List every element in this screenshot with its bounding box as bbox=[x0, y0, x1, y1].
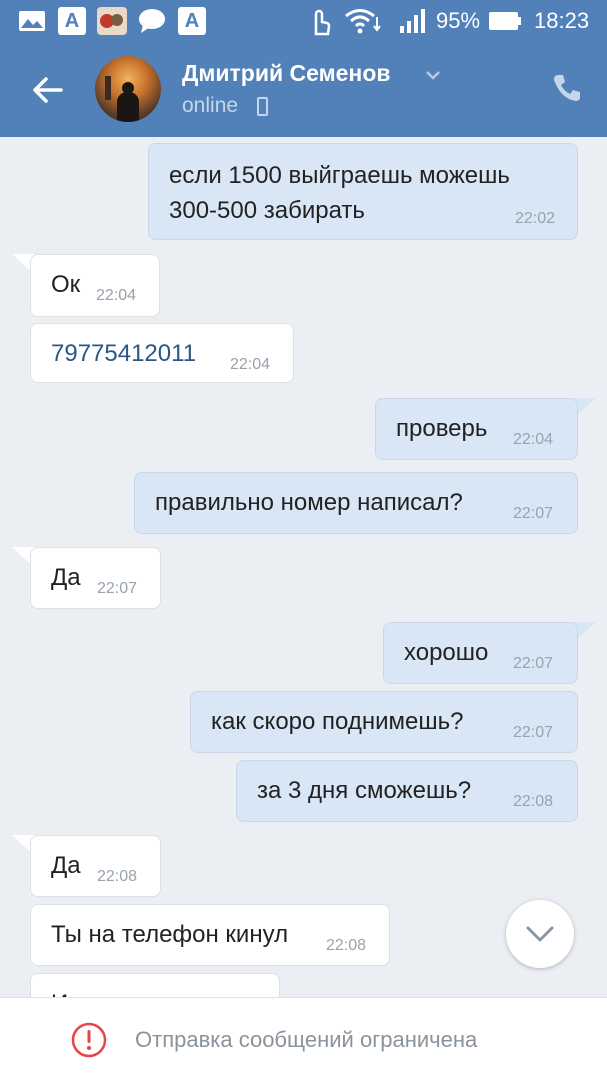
message-text: проверь bbox=[396, 415, 488, 442]
message-time: 22:07 bbox=[513, 724, 554, 741]
chevron-down-icon bbox=[526, 926, 554, 942]
message-incoming[interactable]: Да 22:08 bbox=[30, 835, 161, 897]
chat-bubble-icon bbox=[138, 7, 166, 35]
battery-icon bbox=[488, 7, 522, 35]
font-app-icon: A bbox=[58, 7, 86, 35]
gallery-icon bbox=[18, 7, 46, 35]
phone-icon[interactable] bbox=[551, 72, 583, 104]
message-incoming[interactable]: Ок 22:04 bbox=[30, 254, 160, 317]
avatar[interactable] bbox=[95, 56, 161, 122]
message-time: 22:07 bbox=[97, 580, 138, 597]
message-text: за 3 дня сможешь? bbox=[257, 777, 472, 804]
message-time: 22:08 bbox=[326, 937, 367, 954]
message-text: Ок bbox=[51, 271, 81, 298]
phone-number-link[interactable]: 79775412011 bbox=[51, 336, 196, 371]
contact-name[interactable]: Дмитрий Семенов bbox=[182, 60, 391, 87]
battery-percent: 95% bbox=[436, 8, 481, 33]
alert-circle-icon bbox=[71, 1022, 107, 1058]
message-incoming[interactable]: 79775412011 22:04 bbox=[30, 323, 294, 383]
message-outgoing[interactable]: проверь 22:04 bbox=[375, 398, 578, 460]
restriction-notice: Отправка сообщений ограничена bbox=[135, 1027, 478, 1052]
status-bar: A A 95% 18:23 bbox=[0, 0, 607, 42]
message-time: 22:04 bbox=[96, 287, 137, 304]
scroll-down-button[interactable] bbox=[506, 900, 574, 968]
back-arrow-icon[interactable] bbox=[28, 70, 68, 110]
touch-icon bbox=[307, 7, 331, 36]
messaging-restricted-bar: Отправка сообщений ограничена bbox=[0, 997, 607, 1080]
message-incoming[interactable]: Или на карт... bbox=[30, 973, 280, 997]
message-time: 22:07 bbox=[513, 505, 554, 522]
message-time: 22:07 bbox=[513, 655, 554, 672]
message-text: как скоро поднимешь? bbox=[211, 708, 464, 735]
font-app-icon: A bbox=[178, 7, 206, 35]
wifi-icon bbox=[343, 7, 383, 35]
message-outgoing[interactable]: если 1500 выйграешь можешь 300-500 забир… bbox=[148, 143, 578, 240]
message-outgoing[interactable]: хорошо 22:07 bbox=[383, 622, 578, 684]
message-time: 22:08 bbox=[513, 793, 554, 810]
message-incoming[interactable]: Да 22:07 bbox=[30, 547, 161, 609]
mobile-device-icon bbox=[257, 97, 268, 116]
clock: 18:23 bbox=[534, 8, 590, 33]
message-text: если 1500 выйграешь можешь bbox=[169, 162, 510, 189]
message-text: хорошо bbox=[404, 639, 489, 666]
chat-header: Дмитрий Семенов online bbox=[0, 42, 607, 137]
message-text: Да bbox=[51, 564, 81, 591]
message-text: Или на карт... bbox=[51, 986, 201, 997]
message-time: 22:08 bbox=[97, 868, 138, 885]
message-outgoing[interactable]: за 3 дня сможешь? 22:08 bbox=[236, 760, 578, 822]
message-text: Ты на телефон кинул bbox=[51, 921, 289, 948]
message-text: 300-500 забирать bbox=[169, 197, 365, 224]
message-outgoing[interactable]: правильно номер написал? 22:07 bbox=[134, 472, 578, 534]
message-outgoing[interactable]: как скоро поднимешь? 22:07 bbox=[190, 691, 578, 753]
online-status: online bbox=[182, 94, 239, 117]
message-incoming[interactable]: Ты на телефон кинул 22:08 bbox=[30, 904, 390, 966]
message-list[interactable]: если 1500 выйграешь можешь 300-500 забир… bbox=[0, 137, 607, 997]
message-time: 22:04 bbox=[230, 356, 271, 373]
message-time: 22:04 bbox=[513, 431, 554, 448]
message-text: правильно номер написал? bbox=[155, 489, 463, 516]
photo-avatar-icon bbox=[97, 7, 127, 35]
message-text: Да bbox=[51, 852, 81, 879]
chevron-down-icon[interactable] bbox=[425, 68, 441, 80]
signal-icon bbox=[398, 7, 426, 35]
message-time: 22:02 bbox=[515, 210, 556, 227]
